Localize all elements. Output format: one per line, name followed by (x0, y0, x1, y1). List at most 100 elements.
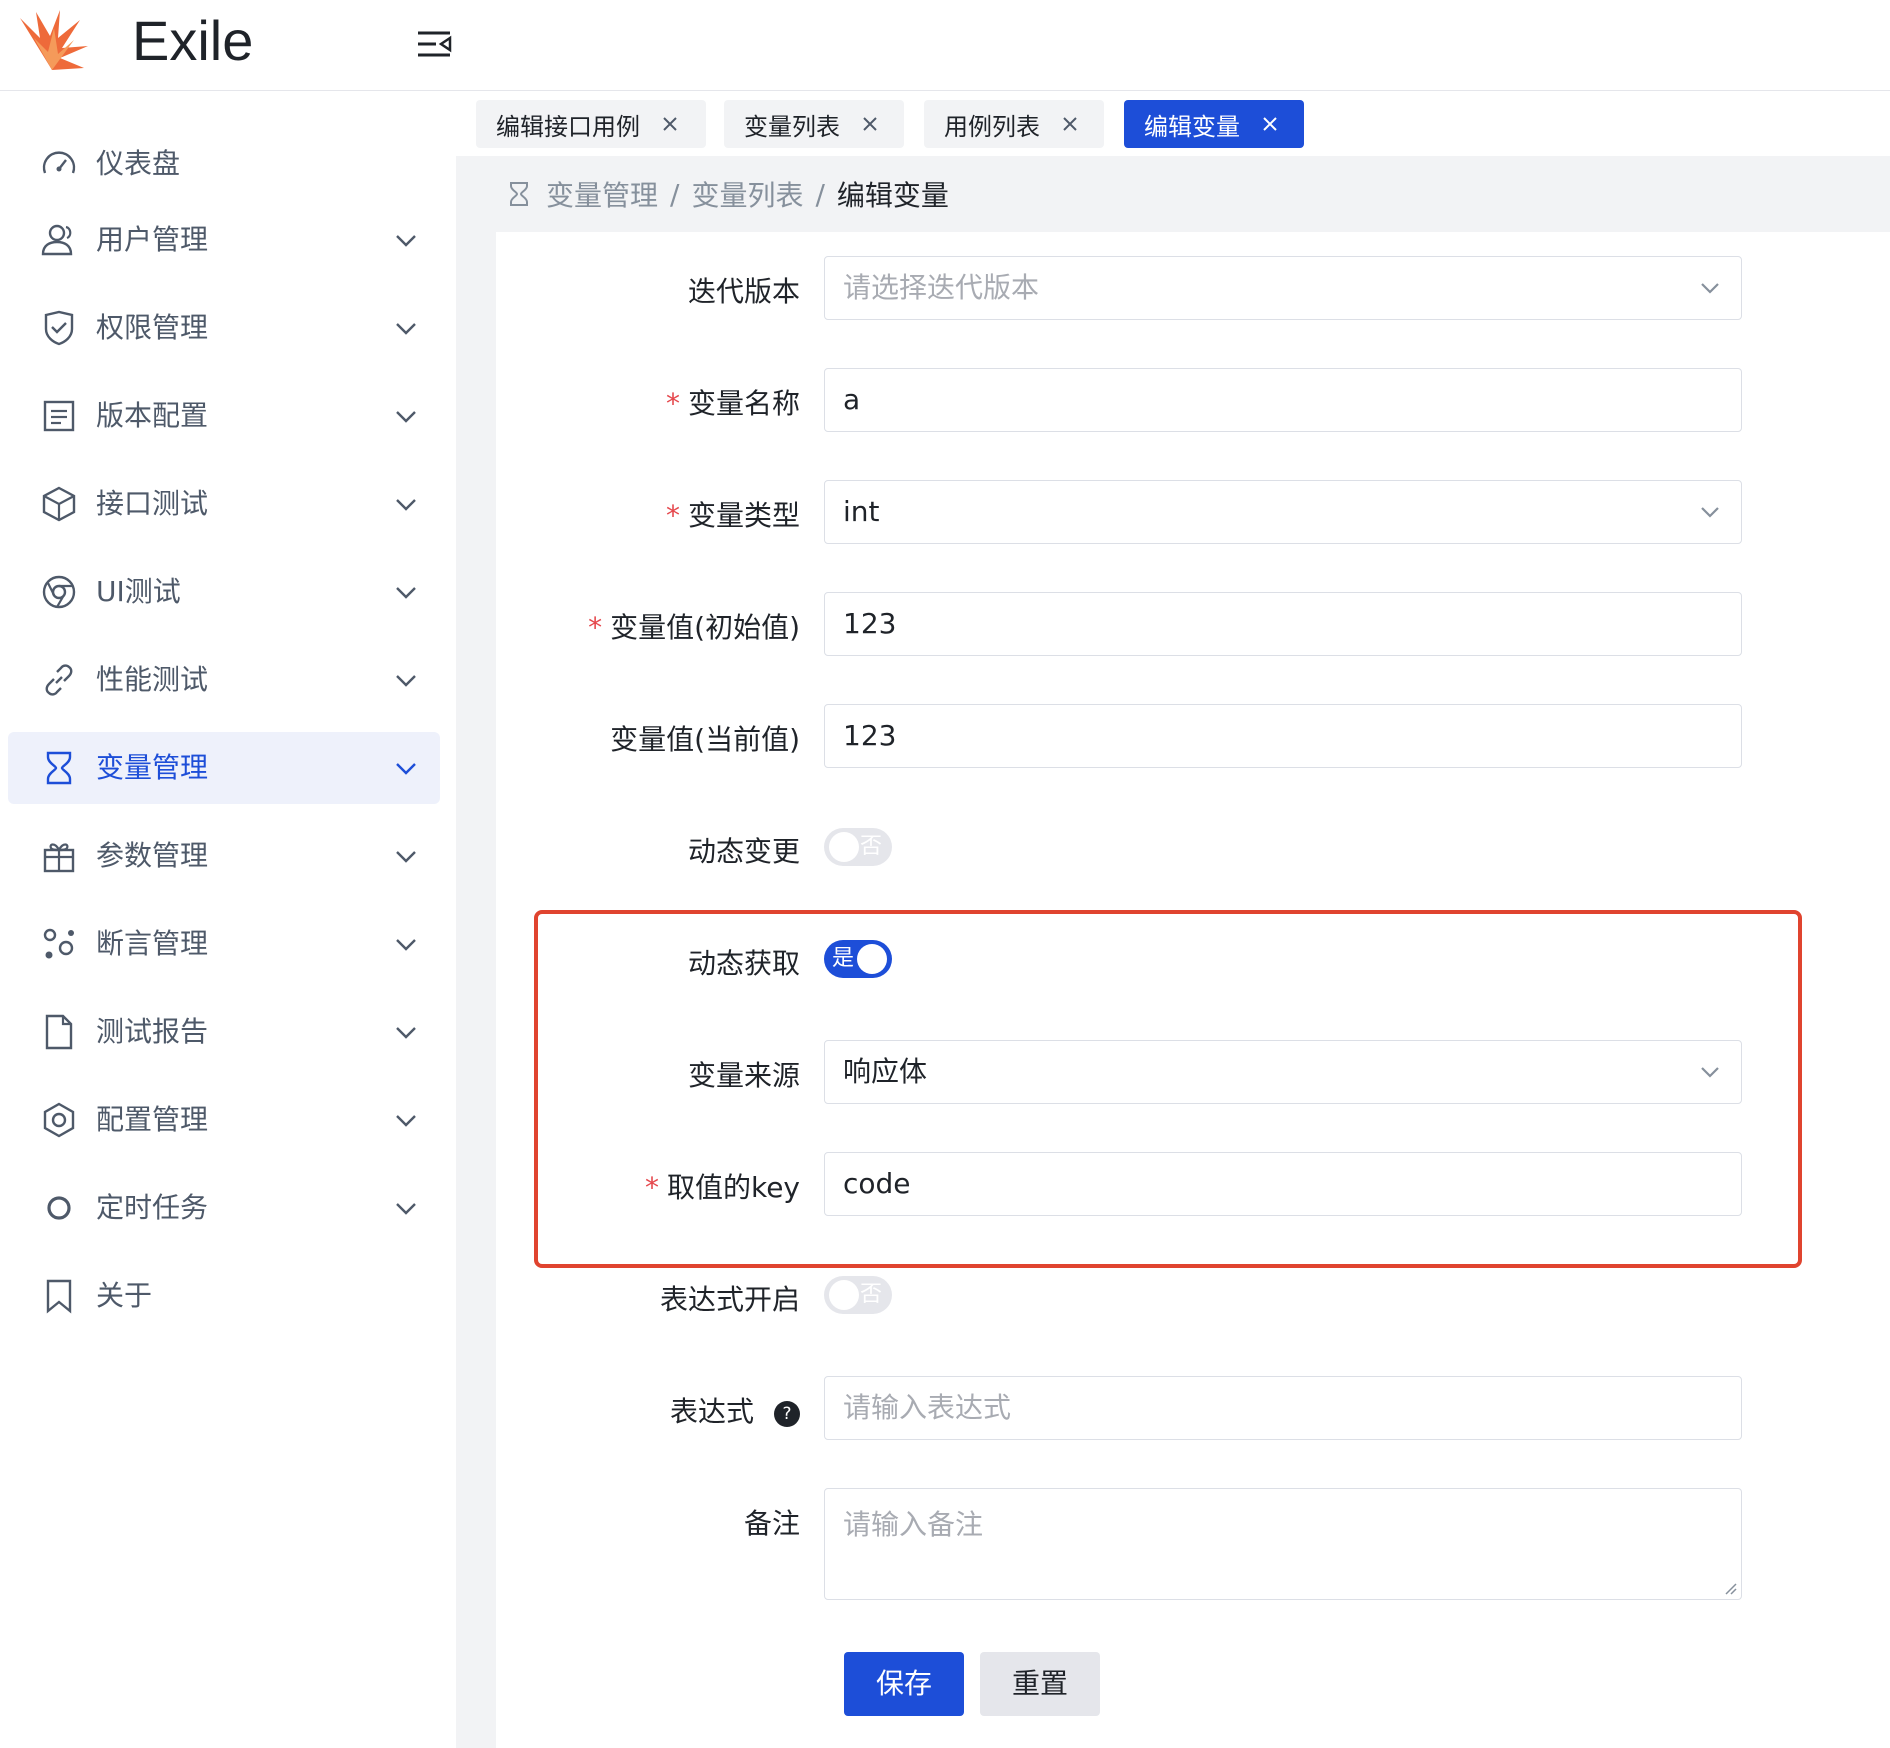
sidebar-item-config-management[interactable]: 配置管理 (8, 1084, 440, 1156)
sidebar-item-label: 测试报告 (96, 1015, 209, 1048)
sidebar-item-api-testing[interactable]: 接口测试 (8, 468, 440, 540)
expression-input[interactable]: 请输入表达式 (824, 1376, 1742, 1440)
iteration-select[interactable]: 请选择迭代版本 (824, 256, 1742, 320)
sidebar-item-test-report[interactable]: 测试报告 (8, 996, 440, 1068)
chevron-down-icon (396, 939, 416, 951)
sidebar-item-label: 用户管理 (96, 223, 209, 256)
sidebar-item-user-management[interactable]: 用户管理 (8, 204, 440, 276)
breadcrumb-separator: / (670, 177, 680, 211)
var-type-label: * 变量类型 (665, 499, 800, 532)
menu-collapse-icon[interactable] (414, 27, 454, 61)
init-value-input[interactable]: 123 (824, 592, 1742, 656)
current-value-label: 变量值(当前值) (610, 723, 800, 756)
sidebar-item-performance-testing[interactable]: 性能测试 (8, 644, 440, 716)
close-icon[interactable] (1060, 114, 1080, 134)
tab-edit-variable[interactable]: 编辑变量 (1124, 100, 1304, 148)
chrome-icon (42, 575, 76, 609)
breadcrumb-item[interactable]: 变量管理 (546, 174, 658, 214)
gift-icon (43, 843, 75, 873)
nodes-icon (43, 928, 74, 959)
sidebar-item-about[interactable]: 关于 (8, 1260, 440, 1332)
sidebar-item-assertion-management[interactable]: 断言管理 (8, 908, 440, 980)
hourglass-icon (46, 751, 72, 785)
tab-bar: 编辑接口用例 变量列表 用例列表 编辑变量 (456, 92, 1890, 156)
breadcrumb: 变量管理 / 变量列表 / 编辑变量 (456, 156, 1890, 232)
value-key-input[interactable]: code (824, 1152, 1742, 1216)
sidebar-item-version-config[interactable]: 版本配置 (8, 380, 440, 452)
edit-variable-form: 迭代版本 请选择迭代版本 * 变量名称 a * 变量类型 int * 变量值(初始值)… (496, 232, 1890, 1748)
close-icon[interactable] (860, 114, 880, 134)
breadcrumb-item[interactable]: 变量列表 (691, 174, 803, 214)
sidebar-item-label: 定时任务 (96, 1191, 209, 1224)
sidebar-item-permission-management[interactable]: 权限管理 (8, 292, 440, 364)
save-button[interactable]: 保存 (844, 1652, 964, 1716)
remark-textarea[interactable]: 请输入备注 (824, 1488, 1742, 1600)
document-list-icon (43, 400, 75, 432)
app-title: Exile (132, 9, 254, 72)
expression-enabled-switch[interactable]: 否 (824, 1276, 892, 1314)
sidebar-item-label: 性能测试 (96, 663, 209, 696)
remark-label: 备注 (743, 1507, 800, 1540)
var-name-label: * 变量名称 (665, 387, 800, 420)
tab-variable-list[interactable]: 变量列表 (724, 100, 904, 148)
sidebar-item-label: 关于 (96, 1279, 153, 1312)
sidebar-item-label: UI测试 (96, 575, 181, 608)
top-header: Exile (0, 0, 1890, 91)
hourglass-icon (510, 182, 528, 206)
current-value-input[interactable]: 123 (824, 704, 1742, 768)
sidebar-item-label: 断言管理 (96, 927, 209, 960)
chevron-down-icon (396, 1115, 416, 1127)
user-icon (41, 224, 73, 256)
chevron-down-icon (396, 675, 416, 687)
sidebar-item-label: 配置管理 (96, 1103, 209, 1136)
expression-label: 表达式? (670, 1390, 800, 1430)
iteration-label: 迭代版本 (687, 275, 800, 308)
sidebar-item-label: 仪表盘 (96, 147, 181, 180)
shield-icon (44, 310, 74, 346)
close-icon[interactable] (660, 114, 680, 134)
sidebar-item-label: 权限管理 (96, 311, 209, 344)
breadcrumb-separator: / (815, 177, 825, 211)
chevron-down-icon (1701, 507, 1719, 518)
exile-logo (20, 10, 88, 70)
sidebar-item-label: 参数管理 (96, 839, 209, 872)
expression-enabled-label: 表达式开启 (659, 1283, 800, 1316)
chevron-down-icon (396, 323, 416, 335)
dynamic-fetch-label: 动态获取 (687, 947, 800, 980)
chevron-down-icon (396, 1203, 416, 1215)
question-icon[interactable]: ? (774, 1401, 800, 1427)
bookmark-icon (46, 1279, 72, 1314)
sidebar-item-label: 版本配置 (96, 399, 209, 432)
var-source-select[interactable]: 响应体 (824, 1040, 1742, 1104)
chevron-down-icon (396, 851, 416, 863)
circle-icon (47, 1196, 71, 1220)
var-type-select[interactable]: int (824, 480, 1742, 544)
resize-handle-icon[interactable] (1723, 1581, 1737, 1595)
chevron-down-icon (396, 1027, 416, 1039)
chevron-down-icon (396, 235, 416, 247)
sidebar-item-label: 变量管理 (96, 751, 209, 784)
tab-edit-api-case[interactable]: 编辑接口用例 (476, 100, 706, 148)
sidebar-item-scheduled-tasks[interactable]: 定时任务 (8, 1172, 440, 1244)
cube-icon (42, 486, 76, 522)
chevron-down-icon (396, 411, 416, 423)
sidebar-item-dashboard[interactable]: 仪表盘 (8, 128, 440, 200)
sidebar-item-ui-testing[interactable]: UI测试 (8, 556, 440, 628)
chevron-down-icon (1701, 1067, 1719, 1078)
dynamic-change-switch[interactable]: 否 (824, 828, 892, 866)
reset-button[interactable]: 重置 (980, 1652, 1100, 1716)
init-value-label: * 变量值(初始值) (588, 611, 800, 644)
close-icon[interactable] (1260, 114, 1280, 134)
file-icon (45, 1014, 73, 1050)
var-name-input[interactable]: a (824, 368, 1742, 432)
chevron-down-icon (396, 587, 416, 599)
breadcrumb-current: 编辑变量 (836, 179, 949, 212)
chevron-down-icon (396, 763, 416, 775)
tab-case-list[interactable]: 用例列表 (924, 100, 1104, 148)
value-key-label: * 取值的key (644, 1171, 800, 1204)
sidebar-item-label: 接口测试 (96, 487, 209, 520)
sidebar-item-variable-management[interactable]: 变量管理 (8, 732, 440, 804)
dynamic-fetch-switch[interactable]: 是 (824, 940, 892, 978)
sidebar-item-parameter-management[interactable]: 参数管理 (8, 820, 440, 892)
dashboard-icon (42, 151, 76, 174)
